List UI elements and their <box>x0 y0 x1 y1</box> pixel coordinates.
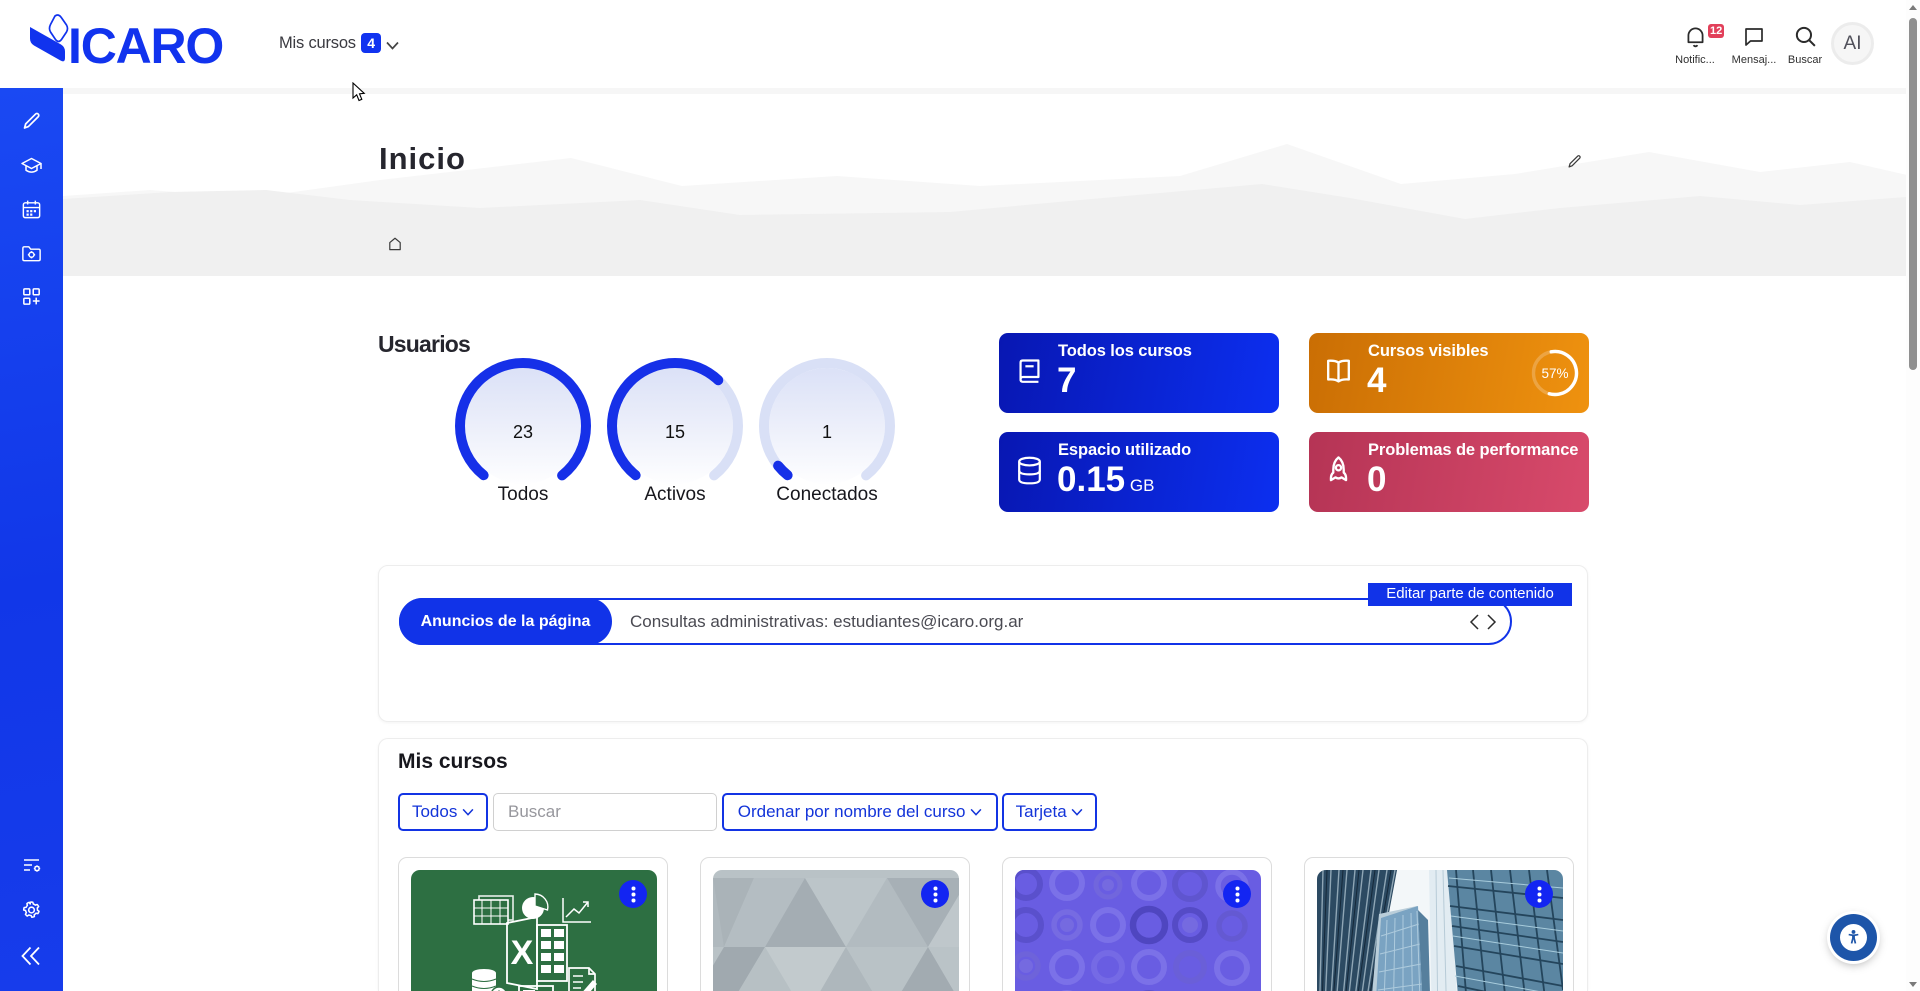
svg-text:ICARO: ICARO <box>68 18 223 74</box>
svg-text:X: X <box>511 934 534 972</box>
svg-text:57%: 57% <box>1541 366 1568 381</box>
